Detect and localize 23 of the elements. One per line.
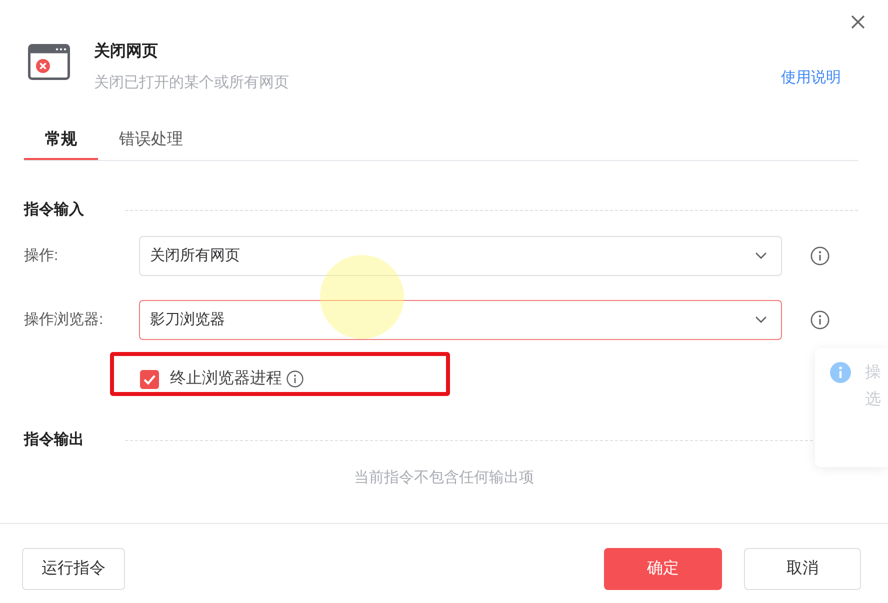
dialog-subtitle: 关闭已打开的某个或所有网页 (94, 73, 289, 93)
select-field[interactable]: 关闭所有网页 (139, 236, 782, 276)
dialog-title: 关闭网页 (94, 41, 158, 62)
checkbox[interactable] (140, 370, 159, 388)
checkbox-label: 终止浏览器进程 (170, 368, 282, 389)
section-title: 指令输入 (24, 200, 84, 220)
browser-window-icon (28, 44, 70, 80)
dialog-button[interactable]: 取消 (744, 548, 861, 590)
chevron-down-icon (755, 316, 767, 324)
section-title: 指令输出 (24, 430, 84, 450)
info-icon (286, 370, 304, 388)
field-label: 操作浏览器: (24, 310, 104, 330)
info-icon (830, 362, 851, 383)
empty-message: 当前指令不包含任何输出项 (354, 469, 534, 486)
dialog-button[interactable]: 运行指令 (22, 548, 125, 590)
info-icon (810, 246, 830, 266)
field-label: 操作: (24, 246, 60, 266)
tab[interactable]: 错误处理 (98, 120, 204, 160)
tab[interactable]: 常规 (24, 120, 98, 160)
help-link[interactable]: 使用说明 (781, 67, 841, 89)
info-icon (810, 310, 830, 330)
chevron-down-icon (755, 252, 767, 260)
select-field[interactable]: 影刀浏览器 (139, 300, 782, 340)
